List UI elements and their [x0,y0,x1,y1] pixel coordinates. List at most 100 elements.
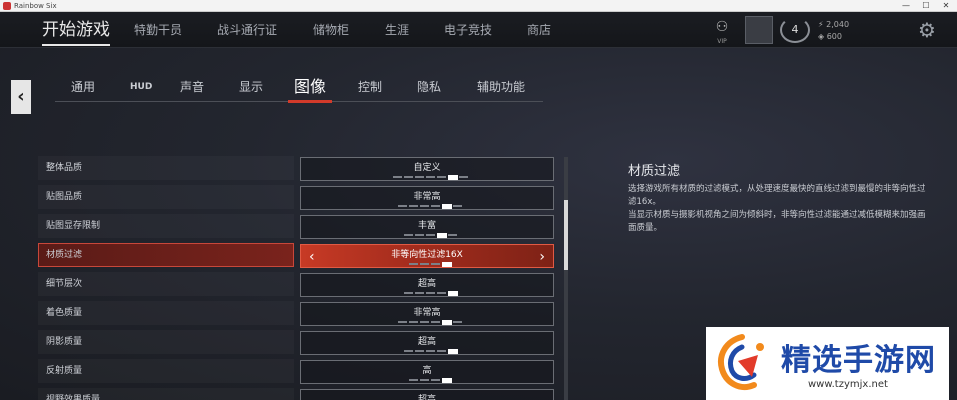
quality-pip [458,176,468,178]
quality-pip [403,350,413,352]
tab-shop[interactable]: 商店 [527,12,551,48]
avatar[interactable] [745,16,773,44]
window-titlebar: Rainbow Six — ☐ ✕ [0,0,957,12]
tab-operators[interactable]: 特勤干员 [134,12,182,48]
window-title: Rainbow Six [14,2,57,10]
quality-pip [420,321,429,323]
tab-locker[interactable]: 储物柜 [313,12,349,48]
tab-accessibility[interactable]: 辅助功能 [477,74,525,102]
quality-pip [436,233,447,238]
minimize-button[interactable]: — [896,0,916,12]
setting-row[interactable]: 着色质量 非常高 [38,300,558,326]
quality-pip [403,176,413,178]
quality-pip [409,321,418,323]
setting-row[interactable]: 细节层次 超高 [38,271,558,297]
tab-career[interactable]: 生涯 [385,12,409,48]
setting-value-selector[interactable]: 超高 [300,331,554,355]
setting-row[interactable]: 材质过滤 非等向性过滤16X ‹ › [38,242,558,268]
credits-value: 600 [826,32,842,41]
setting-label: 着色质量 [46,308,83,318]
setting-label: 贴图显存限制 [46,221,101,231]
quality-pip [425,350,435,352]
setting-row[interactable]: 反射质量 高 [38,358,558,384]
scrollbar-thumb[interactable] [564,200,568,270]
setting-row[interactable]: 视野效果质量 超高 [38,387,558,400]
description-title: 材质过滤 [628,164,681,179]
quality-pip [436,176,446,178]
renown-value: 2,040 [826,20,850,29]
quality-pip [431,321,440,323]
tab-play[interactable]: 开始游戏 [42,12,110,48]
setting-value: 非等向性过滤16X [391,250,463,260]
quality-level-indicator [386,378,476,383]
maximize-button[interactable]: ☐ [916,0,936,12]
setting-value-selector[interactable]: 丰富 [300,215,554,239]
quality-pip [414,176,424,178]
quality-level-indicator [386,291,476,296]
setting-value: 超高 [417,337,436,347]
quality-pip [447,234,457,236]
quality-pip [403,234,413,236]
tab-controls[interactable]: 控制 [358,74,382,102]
setting-row[interactable]: 阴影质量 超高 [38,329,558,355]
tab-hud[interactable]: HUD [130,74,152,102]
setting-value-selector[interactable]: 非常高 [300,186,554,210]
setting-label: 视野效果质量 [46,395,101,400]
setting-value-selector[interactable]: 非常高 [300,302,554,326]
setting-value-selector[interactable]: 高 [300,360,554,384]
quality-pip [414,234,424,236]
setting-value-selector[interactable]: 超高 [300,273,554,297]
tab-sound[interactable]: 声音 [180,74,204,102]
quality-pip [420,205,429,207]
quality-pip [392,176,402,178]
tab-graphics[interactable]: 图像 [287,74,333,103]
credits-icon: ◈ [818,32,827,41]
tab-privacy[interactable]: 隐私 [417,74,441,102]
setting-value: 高 [422,366,432,376]
tab-battle-pass[interactable]: 战斗通行证 [217,12,277,48]
tab-display[interactable]: 显示 [239,74,263,102]
setting-value-selector[interactable]: 超高 [300,389,554,400]
quality-pip [425,292,435,294]
setting-row[interactable]: 整体品质 自定义 [38,155,558,181]
tab-esports[interactable]: 电子竞技 [444,12,492,48]
top-navigation: 开始游戏 特勤干员 战斗通行证 储物柜 生涯 电子竞技 商店 ⚇ VIP 4 ⚡… [0,12,957,48]
description-text: 选择游戏所有材质的过滤模式，从处理速度最快的直线过滤到最慢的非等向性过滤16x。… [628,183,928,235]
quality-pip [442,262,452,267]
setting-label: 阴影质量 [46,337,83,347]
back-button[interactable]: ‹ [11,80,31,114]
quality-level-indicator [386,320,476,325]
gear-icon[interactable]: ⚙ [915,18,939,42]
quality-pip [447,349,458,354]
renown-currency: ⚡ 2,040 [818,20,849,29]
quality-pip [436,350,446,352]
setting-label: 整体品质 [46,163,83,173]
previous-option-arrow-icon[interactable]: ‹ [309,247,315,267]
setting-value-selector[interactable]: 自定义 [300,157,554,181]
vip-label: VIP [717,38,727,45]
quality-pip [453,321,462,323]
scrollbar-track[interactable] [564,157,568,400]
setting-label: 反射质量 [46,366,83,376]
setting-value-selector[interactable]: 非等向性过滤16X ‹ › [300,244,554,268]
setting-value: 非常高 [413,308,441,318]
setting-row[interactable]: 贴图品质 非常高 [38,184,558,210]
graphics-settings-list: 整体品质 自定义贴图品质 非常高贴图显存限制 丰富材质过滤 非等向性过滤16X ‹ › 细节层… [38,155,558,400]
quality-pip [453,205,462,207]
quality-pip [442,320,452,325]
renown-icon: ⚡ [818,20,827,29]
tab-general[interactable]: 通用 [71,74,95,102]
close-button[interactable]: ✕ [936,0,956,12]
quality-pip [398,321,407,323]
watermark-url: www.tzymjx.net [808,379,888,390]
setting-value: 自定义 [413,163,441,173]
next-option-arrow-icon[interactable]: › [539,247,545,267]
setting-row[interactable]: 贴图显存限制 丰富 [38,213,558,239]
watermark: 精选手游网 www.tzymjx.net [706,327,949,400]
setting-value: 超高 [417,279,436,289]
watermark-logo-icon [718,334,764,390]
quality-pip [431,379,440,381]
quality-pip [447,291,458,296]
setting-value: 丰富 [417,221,436,231]
setting-label: 材质过滤 [46,250,83,260]
